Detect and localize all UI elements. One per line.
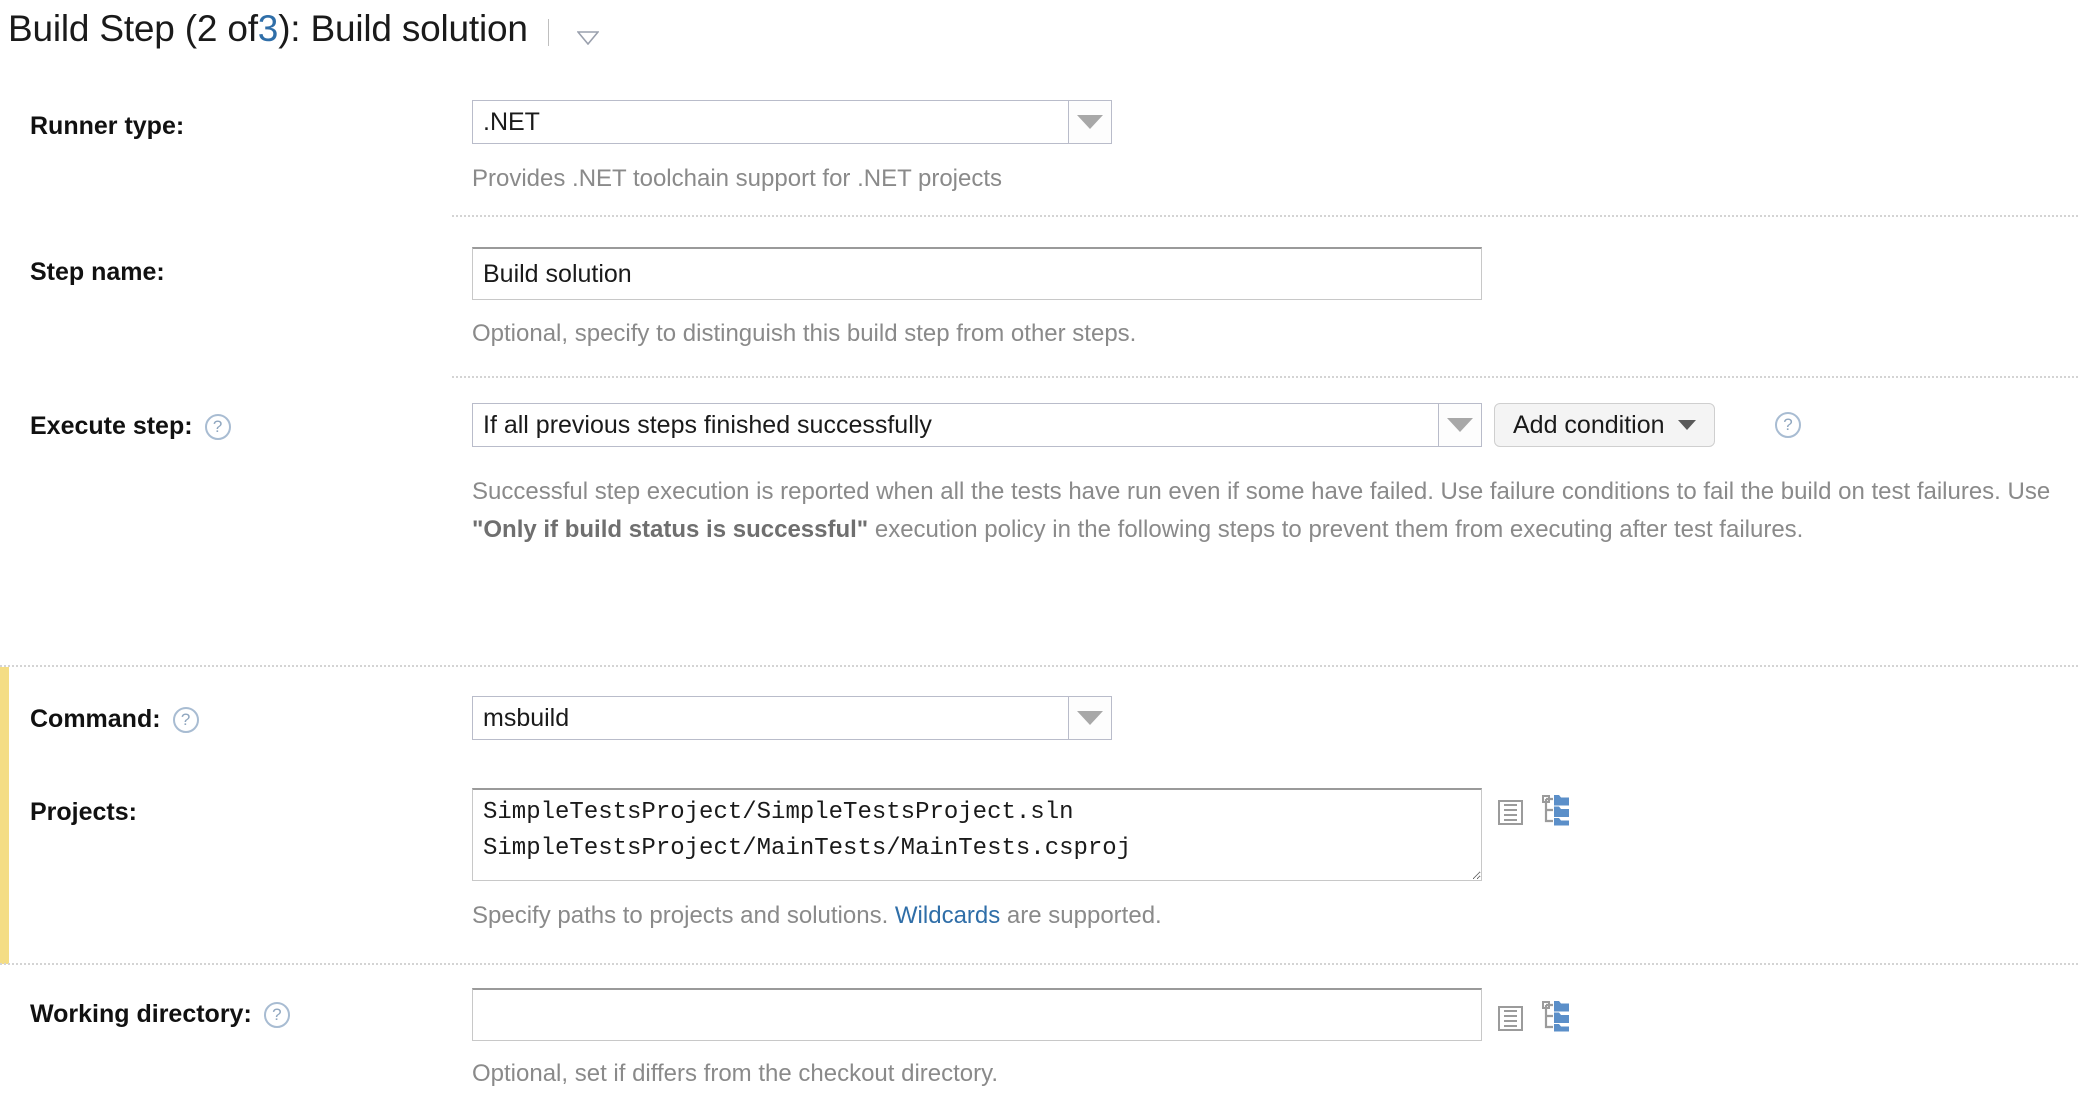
working-directory-label-text: Working directory:: [30, 1000, 252, 1029]
runner-type-label: Runner type:: [30, 112, 184, 141]
command-select[interactable]: msbuild: [472, 696, 1112, 740]
execute-step-value: If all previous steps finished successfu…: [472, 403, 1438, 447]
text-lines-icon[interactable]: [1498, 1006, 1523, 1031]
execute-step-description-part2: execution policy in the following steps …: [868, 516, 1803, 543]
folder-tree-icon[interactable]: [1541, 794, 1575, 831]
chevron-down-icon: [1077, 711, 1103, 725]
projects-actions: [1498, 794, 1575, 831]
question-mark-icon[interactable]: ?: [173, 707, 199, 733]
build-step-form: Build Step (2 of 3): Build solution Runn…: [0, 0, 2078, 1102]
working-directory-actions: [1498, 1000, 1575, 1037]
execute-step-select[interactable]: If all previous steps finished successfu…: [472, 403, 1482, 447]
step-name-input[interactable]: [472, 247, 1482, 300]
add-condition-label: Add condition: [1513, 411, 1665, 440]
projects-description: Specify paths to projects and solutions.…: [472, 897, 1162, 935]
row-separator: [452, 215, 2078, 217]
working-directory-label: Working directory: ?: [30, 1000, 290, 1029]
working-directory-description: Optional, set if differs from the checko…: [472, 1055, 998, 1093]
projects-description-part2: are supported.: [1000, 902, 1161, 929]
projects-label: Projects:: [30, 798, 137, 827]
runner-type-description: Provides .NET toolchain support for .NET…: [472, 160, 1002, 198]
execute-step-label: Execute step: ?: [30, 412, 231, 441]
runner-type-value: .NET: [472, 100, 1068, 144]
command-value: msbuild: [472, 696, 1068, 740]
working-directory-input[interactable]: [472, 988, 1482, 1041]
chevron-down-icon: [1447, 418, 1473, 432]
chevron-down-icon[interactable]: [557, 31, 599, 50]
projects-textarea[interactable]: [472, 788, 1482, 881]
step-name-description: Optional, specify to distinguish this bu…: [472, 315, 1136, 353]
title-divider: [548, 19, 549, 46]
execute-step-description: Successful step execution is reported wh…: [472, 473, 2057, 549]
question-mark-icon[interactable]: ?: [264, 1002, 290, 1028]
command-label: Command: ?: [30, 705, 199, 734]
chevron-down-icon: [1678, 420, 1696, 430]
text-lines-icon[interactable]: [1498, 800, 1523, 825]
question-mark-icon[interactable]: ?: [205, 414, 231, 440]
execute-step-description-part1: Successful step execution is reported wh…: [472, 478, 2050, 505]
section-highlight-bar: [0, 667, 9, 964]
question-mark-icon[interactable]: ?: [1775, 412, 1801, 438]
command-dropdown-button[interactable]: [1068, 696, 1112, 740]
execute-step-label-text: Execute step:: [30, 412, 193, 441]
chevron-down-icon: [1077, 115, 1103, 129]
runner-type-dropdown-button[interactable]: [1068, 100, 1112, 144]
runner-type-select[interactable]: .NET: [472, 100, 1112, 144]
add-condition-button[interactable]: Add condition: [1494, 403, 1715, 447]
execute-step-dropdown-button[interactable]: [1438, 403, 1482, 447]
page-title: Build Step (2 of 3): Build solution: [8, 8, 599, 50]
step-name-label: Step name:: [30, 258, 165, 287]
command-label-text: Command:: [30, 705, 161, 734]
page-title-suffix: ): Build solution: [278, 8, 528, 50]
page-title-prefix: Build Step (2 of: [8, 8, 258, 50]
execute-step-description-emphasis: "Only if build status is successful": [472, 516, 868, 543]
projects-description-part1: Specify paths to projects and solutions.: [472, 902, 895, 929]
row-separator: [0, 963, 2078, 965]
row-separator: [452, 376, 2078, 378]
wildcards-link[interactable]: Wildcards: [895, 902, 1000, 929]
folder-tree-icon[interactable]: [1541, 1000, 1575, 1037]
row-separator: [0, 665, 2078, 667]
page-title-step-number: 3: [258, 8, 278, 50]
